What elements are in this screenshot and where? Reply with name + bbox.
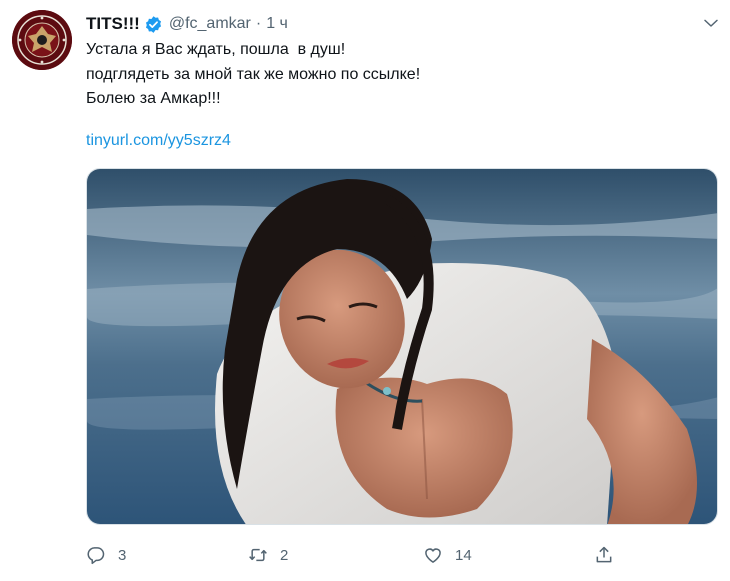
heart-icon xyxy=(425,548,441,563)
user-handle[interactable]: @fc_amkar xyxy=(169,15,251,33)
timestamp[interactable]: 1 ч xyxy=(266,15,288,33)
club-crest-icon xyxy=(12,10,72,70)
tweet-card[interactable]: TITS!!! @fc_amkar · 1 ч Устала я Вас жда… xyxy=(0,0,730,581)
tweet-link[interactable]: tinyurl.com/yy5szrz4 xyxy=(86,132,231,150)
like-count: 14 xyxy=(455,546,472,564)
share-icon xyxy=(596,546,612,563)
retweet-count: 2 xyxy=(280,546,289,564)
tweet-media-image[interactable] xyxy=(86,168,718,525)
reply-count: 3 xyxy=(118,546,127,564)
photo-woman-beach xyxy=(87,169,717,524)
tweet-text-line: подглядеть за мной так же можно по ссылк… xyxy=(86,65,421,83)
share-button[interactable] xyxy=(594,540,626,570)
separator-dot: · xyxy=(255,15,262,32)
tweet-text: Устала я Вас ждать, пошла в душ! подгляд… xyxy=(86,38,706,112)
like-button[interactable]: 14 xyxy=(423,540,472,570)
reply-icon xyxy=(87,547,105,565)
verified-badge-icon xyxy=(145,15,161,33)
retweet-icon xyxy=(249,548,267,562)
chevron-down-icon xyxy=(704,19,718,27)
avatar[interactable] xyxy=(12,10,72,70)
tweet-actions: 3 2 14 xyxy=(86,540,626,570)
retweet-button[interactable]: 2 xyxy=(248,540,288,570)
reply-button[interactable]: 3 xyxy=(86,540,126,570)
tweet-header: TITS!!! @fc_amkar · 1 ч xyxy=(86,12,288,36)
tweet-text-line: Устала я Вас ждать, пошла в душ! xyxy=(86,41,346,58)
tweet-text-line: Болею за Амкар!!! xyxy=(86,90,221,107)
more-options-button[interactable] xyxy=(700,12,722,34)
display-name[interactable]: TITS!!! xyxy=(86,14,140,34)
